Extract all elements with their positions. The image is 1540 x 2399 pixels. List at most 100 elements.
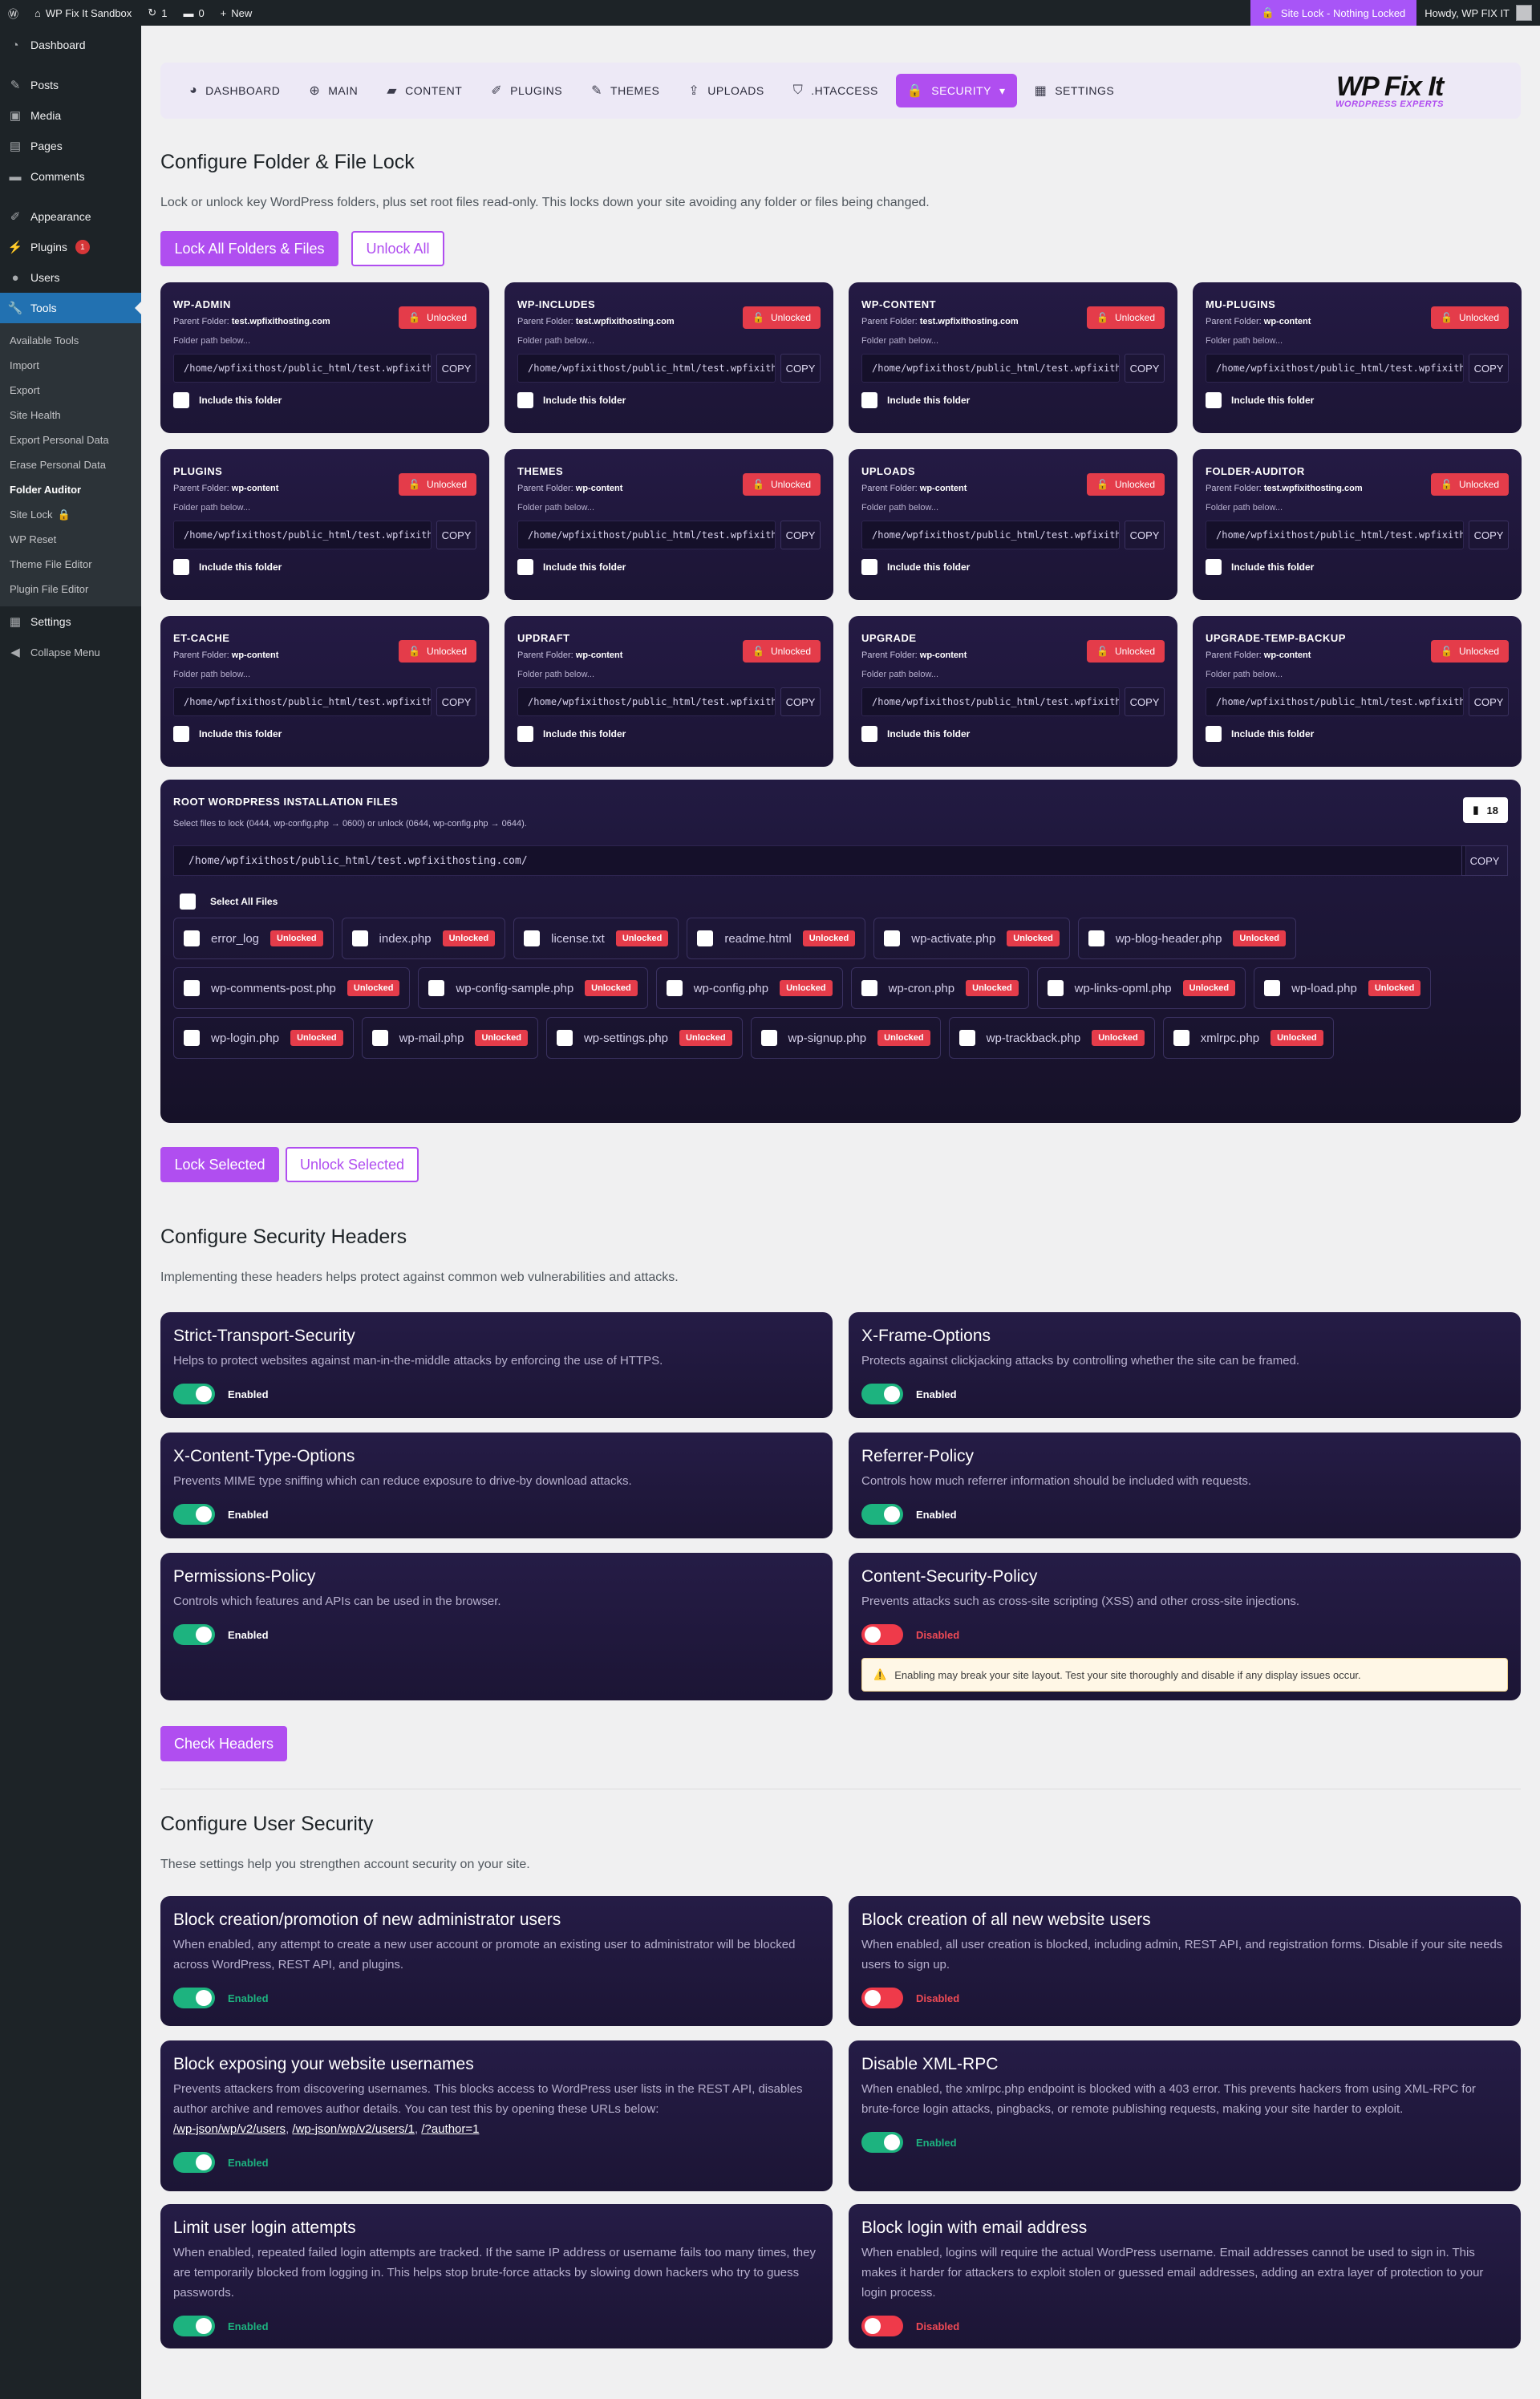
site-lock-status[interactable]: 🔒 Site Lock - Nothing Locked bbox=[1250, 0, 1417, 26]
header-toggle[interactable]: Disabled bbox=[861, 1624, 1508, 1645]
sidebar-item-plugins[interactable]: ⚡ Plugins 1 bbox=[0, 232, 141, 262]
sidebar-item-pages[interactable]: ▤ Pages bbox=[0, 131, 141, 161]
lock-all-button[interactable]: Lock All Folders & Files bbox=[160, 231, 338, 266]
toggle-switch[interactable] bbox=[861, 1384, 903, 1404]
file-checkbox[interactable] bbox=[1264, 980, 1281, 996]
root-copy-button[interactable]: COPY bbox=[1461, 845, 1508, 876]
sidebar-item-media[interactable]: ▣ Media bbox=[0, 100, 141, 131]
tab-security[interactable]: 🔒 SECURITY ▾ bbox=[895, 74, 1017, 107]
include-folder-toggle[interactable]: Include this folder bbox=[517, 559, 821, 575]
submenu-item[interactable]: Erase Personal Data bbox=[0, 452, 141, 477]
folder-path-field[interactable]: /home/wpfixithost/public_html/test.wpfix… bbox=[861, 521, 1120, 549]
root-path-field[interactable]: /home/wpfixithost/public_html/test.wpfix… bbox=[173, 845, 1466, 876]
collapse-menu-button[interactable]: ◀ Collapse Menu bbox=[0, 637, 141, 667]
copy-button[interactable]: COPY bbox=[436, 687, 476, 716]
comments-link[interactable]: ▬ 0 bbox=[175, 0, 212, 26]
status-badge[interactable]: 🔓 Unlocked bbox=[1431, 473, 1509, 496]
status-badge[interactable]: 🔓 Unlocked bbox=[743, 306, 821, 329]
toggle-switch[interactable] bbox=[173, 1504, 215, 1525]
root-file-item[interactable]: wp-config.php Unlocked bbox=[655, 967, 843, 1009]
copy-button[interactable]: COPY bbox=[780, 521, 821, 549]
root-file-item[interactable]: wp-settings.php Unlocked bbox=[545, 1017, 743, 1059]
status-badge[interactable]: 🔓 Unlocked bbox=[399, 640, 476, 663]
file-checkbox[interactable] bbox=[556, 1030, 573, 1046]
test-url-link[interactable]: /wp-json/wp/v2/users/1 bbox=[292, 2122, 415, 2136]
sidebar-item-appearance[interactable]: ✐ Appearance bbox=[0, 201, 141, 232]
submenu-item[interactable]: Available Tools bbox=[0, 328, 141, 353]
file-checkbox[interactable] bbox=[371, 1030, 388, 1046]
include-folder-toggle[interactable]: Include this folder bbox=[517, 726, 821, 742]
status-badge[interactable]: 🔓 Unlocked bbox=[1431, 306, 1509, 329]
file-checkbox[interactable] bbox=[861, 980, 877, 996]
submenu-item[interactable]: WP Reset bbox=[0, 527, 141, 552]
header-toggle[interactable]: Enabled bbox=[173, 1384, 820, 1404]
submenu-item[interactable]: Plugin File Editor bbox=[0, 577, 141, 602]
file-checkbox[interactable] bbox=[184, 980, 200, 996]
header-toggle[interactable]: Enabled bbox=[861, 1504, 1508, 1525]
root-file-item[interactable]: wp-blog-header.php Unlocked bbox=[1077, 918, 1296, 959]
status-badge[interactable]: 🔓 Unlocked bbox=[743, 473, 821, 496]
file-checkbox[interactable] bbox=[666, 980, 683, 996]
folder-path-field[interactable]: /home/wpfixithost/public_html/test.wpfix… bbox=[517, 354, 776, 383]
user-toggle[interactable]: Disabled bbox=[861, 2316, 1508, 2336]
copy-button[interactable]: COPY bbox=[1125, 687, 1165, 716]
include-checkbox[interactable] bbox=[517, 392, 533, 408]
tab-dashboard[interactable]: ◕ DASHBOARD bbox=[178, 74, 291, 107]
copy-button[interactable]: COPY bbox=[780, 354, 821, 383]
include-folder-toggle[interactable]: Include this folder bbox=[1206, 559, 1509, 575]
updates-link[interactable]: ↻ 1 bbox=[140, 0, 175, 26]
file-checkbox[interactable] bbox=[184, 1030, 200, 1046]
root-file-item[interactable]: wp-mail.php Unlocked bbox=[361, 1017, 538, 1059]
file-checkbox[interactable] bbox=[760, 1030, 777, 1046]
sidebar-item-dashboard[interactable]: ◔ Dashboard bbox=[0, 30, 141, 60]
copy-button[interactable]: COPY bbox=[1469, 687, 1509, 716]
folder-path-field[interactable]: /home/wpfixithost/public_html/test.wpfix… bbox=[861, 354, 1120, 383]
user-toggle[interactable]: Enabled bbox=[173, 1988, 820, 2008]
tab-uploads[interactable]: ⇪ UPLOADS bbox=[677, 74, 775, 107]
file-checkbox[interactable] bbox=[184, 930, 200, 946]
copy-button[interactable]: COPY bbox=[1469, 354, 1509, 383]
include-folder-toggle[interactable]: Include this folder bbox=[173, 392, 476, 408]
file-checkbox[interactable] bbox=[1047, 980, 1064, 996]
include-folder-toggle[interactable]: Include this folder bbox=[861, 392, 1165, 408]
file-checkbox[interactable] bbox=[958, 1030, 975, 1046]
toggle-switch[interactable] bbox=[861, 1504, 903, 1525]
folder-path-field[interactable]: /home/wpfixithost/public_html/test.wpfix… bbox=[1206, 687, 1464, 716]
header-toggle[interactable]: Enabled bbox=[173, 1624, 820, 1645]
toggle-switch[interactable] bbox=[861, 2132, 903, 2153]
select-all-files[interactable]: Select All Files bbox=[180, 894, 278, 910]
include-checkbox[interactable] bbox=[173, 726, 189, 742]
sidebar-item-comments[interactable]: ▬ Comments bbox=[0, 161, 141, 192]
wordpress-logo-icon[interactable]: Ⓦ bbox=[0, 0, 26, 26]
submenu-item[interactable]: Site Health bbox=[0, 403, 141, 428]
folder-path-field[interactable]: /home/wpfixithost/public_html/test.wpfix… bbox=[173, 687, 432, 716]
folder-path-field[interactable]: /home/wpfixithost/public_html/test.wpfix… bbox=[173, 521, 432, 549]
unlock-selected-button[interactable]: Unlock Selected bbox=[286, 1147, 419, 1182]
include-checkbox[interactable] bbox=[517, 726, 533, 742]
toggle-switch[interactable] bbox=[173, 1624, 215, 1645]
header-toggle[interactable]: Enabled bbox=[861, 1384, 1508, 1404]
tab-content[interactable]: ▰ CONTENT bbox=[375, 74, 473, 107]
toggle-switch[interactable] bbox=[861, 1988, 903, 2008]
folder-path-field[interactable]: /home/wpfixithost/public_html/test.wpfix… bbox=[517, 521, 776, 549]
status-badge[interactable]: 🔓 Unlocked bbox=[1087, 640, 1165, 663]
user-toggle[interactable]: Enabled bbox=[173, 2152, 820, 2173]
copy-button[interactable]: COPY bbox=[1469, 521, 1509, 549]
tab-plugins[interactable]: ✐ PLUGINS bbox=[480, 74, 573, 107]
user-toggle[interactable]: Disabled bbox=[861, 1988, 1508, 2008]
status-badge[interactable]: 🔓 Unlocked bbox=[743, 640, 821, 663]
copy-button[interactable]: COPY bbox=[436, 354, 476, 383]
include-folder-toggle[interactable]: Include this folder bbox=[173, 726, 476, 742]
submenu-item[interactable]: Theme File Editor bbox=[0, 552, 141, 577]
status-badge[interactable]: 🔓 Unlocked bbox=[1431, 640, 1509, 663]
file-checkbox[interactable] bbox=[428, 980, 445, 996]
toggle-switch[interactable] bbox=[173, 2152, 215, 2173]
include-checkbox[interactable] bbox=[1206, 559, 1222, 575]
include-checkbox[interactable] bbox=[173, 392, 189, 408]
new-content-link[interactable]: + New bbox=[213, 0, 261, 26]
include-folder-toggle[interactable]: Include this folder bbox=[861, 559, 1165, 575]
root-file-item[interactable]: wp-load.php Unlocked bbox=[1254, 967, 1432, 1009]
status-badge[interactable]: 🔓 Unlocked bbox=[1087, 473, 1165, 496]
file-checkbox[interactable] bbox=[524, 930, 541, 946]
include-folder-toggle[interactable]: Include this folder bbox=[861, 726, 1165, 742]
